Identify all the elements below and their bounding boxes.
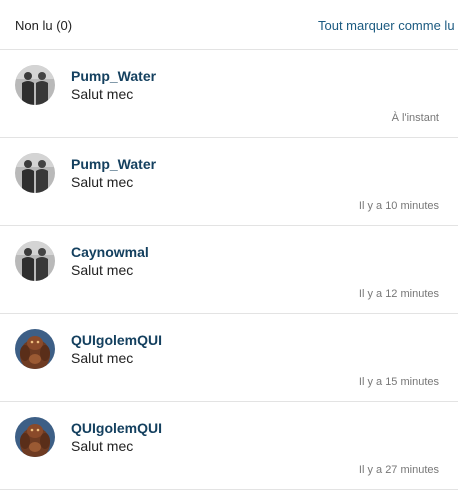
- notification-username[interactable]: Pump_Water: [71, 156, 156, 172]
- user-avatar: [15, 65, 55, 105]
- notification-username[interactable]: QUIgolemQUI: [71, 420, 162, 436]
- notification-username[interactable]: Caynowmal: [71, 244, 149, 260]
- notification-message: Salut mec: [71, 350, 134, 366]
- user-avatar: [15, 153, 55, 193]
- brown-creature-avatar-icon: [15, 417, 55, 457]
- grey-figures-avatar-icon: [15, 241, 55, 281]
- notification-message: Salut mec: [71, 86, 134, 102]
- notification-time: À l'instant: [391, 112, 439, 124]
- grey-figures-avatar-icon: [15, 153, 55, 193]
- notification-item[interactable]: Caynowmal Salut mec Il y a 12 minutes: [0, 226, 458, 314]
- notification-message: Salut mec: [71, 438, 134, 454]
- notification-item[interactable]: Pump_Water Salut mec Il y a 10 minutes: [0, 138, 458, 226]
- notification-time: Il y a 12 minutes: [358, 288, 439, 300]
- notifications-header: Non lu (0) Tout marquer comme lu: [0, 0, 458, 50]
- notification-item[interactable]: Pump_Water Salut mec À l'instant: [0, 50, 458, 138]
- notification-message: Salut mec: [71, 174, 134, 190]
- notification-time: Il y a 15 minutes: [358, 376, 439, 388]
- notification-list: Pump_Water Salut mec À l'instant Pump_Wa…: [0, 50, 458, 490]
- notification-username[interactable]: QUIgolemQUI: [71, 332, 162, 348]
- notification-message: Salut mec: [71, 262, 134, 278]
- user-avatar: [15, 417, 55, 457]
- mark-all-read-link[interactable]: Tout marquer comme lu: [318, 18, 455, 33]
- notification-username[interactable]: Pump_Water: [71, 68, 156, 84]
- brown-creature-avatar-icon: [15, 329, 55, 369]
- grey-figures-avatar-icon: [15, 65, 55, 105]
- notification-time: Il y a 10 minutes: [358, 200, 439, 212]
- user-avatar: [15, 329, 55, 369]
- notification-time: Il y a 27 minutes: [358, 464, 439, 476]
- notification-item[interactable]: QUIgolemQUI Salut mec Il y a 27 minutes: [0, 402, 458, 490]
- user-avatar: [15, 241, 55, 281]
- notification-item[interactable]: QUIgolemQUI Salut mec Il y a 15 minutes: [0, 314, 458, 402]
- unread-count-label: Non lu (0): [15, 18, 73, 33]
